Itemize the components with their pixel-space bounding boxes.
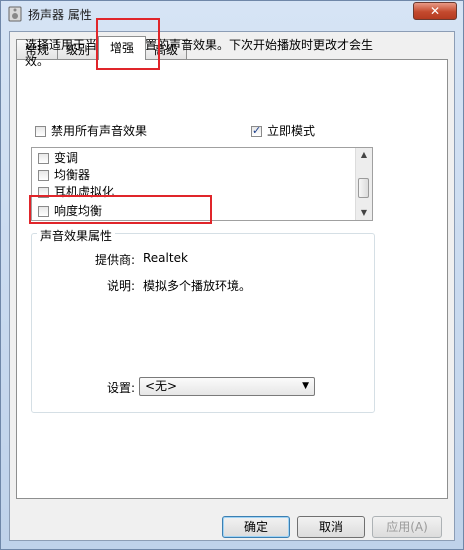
checkbox-box[interactable] bbox=[38, 153, 49, 164]
group-title: 声音效果属性 bbox=[37, 227, 116, 244]
list-item[interactable]: 均衡器 bbox=[38, 167, 90, 183]
scroll-thumb[interactable] bbox=[358, 178, 369, 198]
list-item[interactable]: 耳机虚拟化 bbox=[38, 184, 114, 200]
tab-enhancements[interactable]: 增强 bbox=[98, 36, 146, 60]
properties-dialog: 扬声器 属性 ✕ 常规 级别 增强 高级 选择适用于当前聆听配置的声音效果。下次… bbox=[0, 0, 464, 550]
checkbox-box[interactable] bbox=[38, 170, 49, 181]
provider-value: Realtek bbox=[143, 251, 188, 265]
scroll-up-icon[interactable]: ▲ bbox=[356, 148, 372, 162]
ok-button[interactable]: 确定 bbox=[222, 516, 290, 538]
title-bar[interactable]: 扬声器 属性 ✕ bbox=[1, 1, 463, 27]
description-label: 说明: bbox=[106, 279, 135, 293]
immediate-mode-label: 立即模式 bbox=[267, 124, 316, 138]
list-item[interactable]: 变调 bbox=[38, 150, 78, 166]
checkbox-box[interactable] bbox=[38, 206, 49, 217]
effect-label: 响度均衡 bbox=[54, 204, 103, 218]
checkbox-box[interactable] bbox=[38, 187, 49, 198]
setting-label: 设置: bbox=[106, 381, 135, 395]
provider-label: 提供商: bbox=[94, 253, 135, 267]
list-item[interactable]: 响度均衡 bbox=[38, 203, 102, 219]
list-scrollbar[interactable]: ▲ ▼ bbox=[355, 148, 372, 220]
effect-label: 均衡器 bbox=[54, 168, 91, 182]
close-button[interactable]: ✕ bbox=[413, 2, 457, 20]
scroll-down-icon[interactable]: ▼ bbox=[356, 206, 372, 220]
enhancement-description: 选择适用于当前聆听配置的声音效果。下次开始播放时更改才会生效。 bbox=[25, 38, 374, 68]
cancel-button[interactable]: 取消 bbox=[297, 516, 365, 538]
setting-select[interactable]: <无> ▼ bbox=[139, 377, 315, 396]
checkbox-box[interactable] bbox=[251, 123, 262, 139]
disable-all-label: 禁用所有声音效果 bbox=[51, 124, 148, 138]
effect-label: 耳机虚拟化 bbox=[54, 185, 115, 199]
description-value: 模拟多个播放环境。 bbox=[143, 279, 252, 293]
effects-list[interactable]: 变调 均衡器 耳机虚拟化 响度均衡 ▲ ▼ bbox=[31, 147, 373, 221]
apply-button[interactable]: 应用(A) bbox=[372, 516, 442, 538]
effect-label: 变调 bbox=[54, 151, 79, 165]
setting-value: <无> bbox=[145, 379, 178, 393]
chevron-down-icon: ▼ bbox=[302, 381, 309, 391]
checkbox-box[interactable] bbox=[35, 126, 46, 137]
speaker-icon bbox=[8, 6, 22, 22]
window-title: 扬声器 属性 bbox=[28, 8, 92, 22]
immediate-mode-checkbox[interactable]: 立即模式 bbox=[251, 123, 315, 139]
disable-all-checkbox[interactable]: 禁用所有声音效果 bbox=[35, 123, 147, 139]
